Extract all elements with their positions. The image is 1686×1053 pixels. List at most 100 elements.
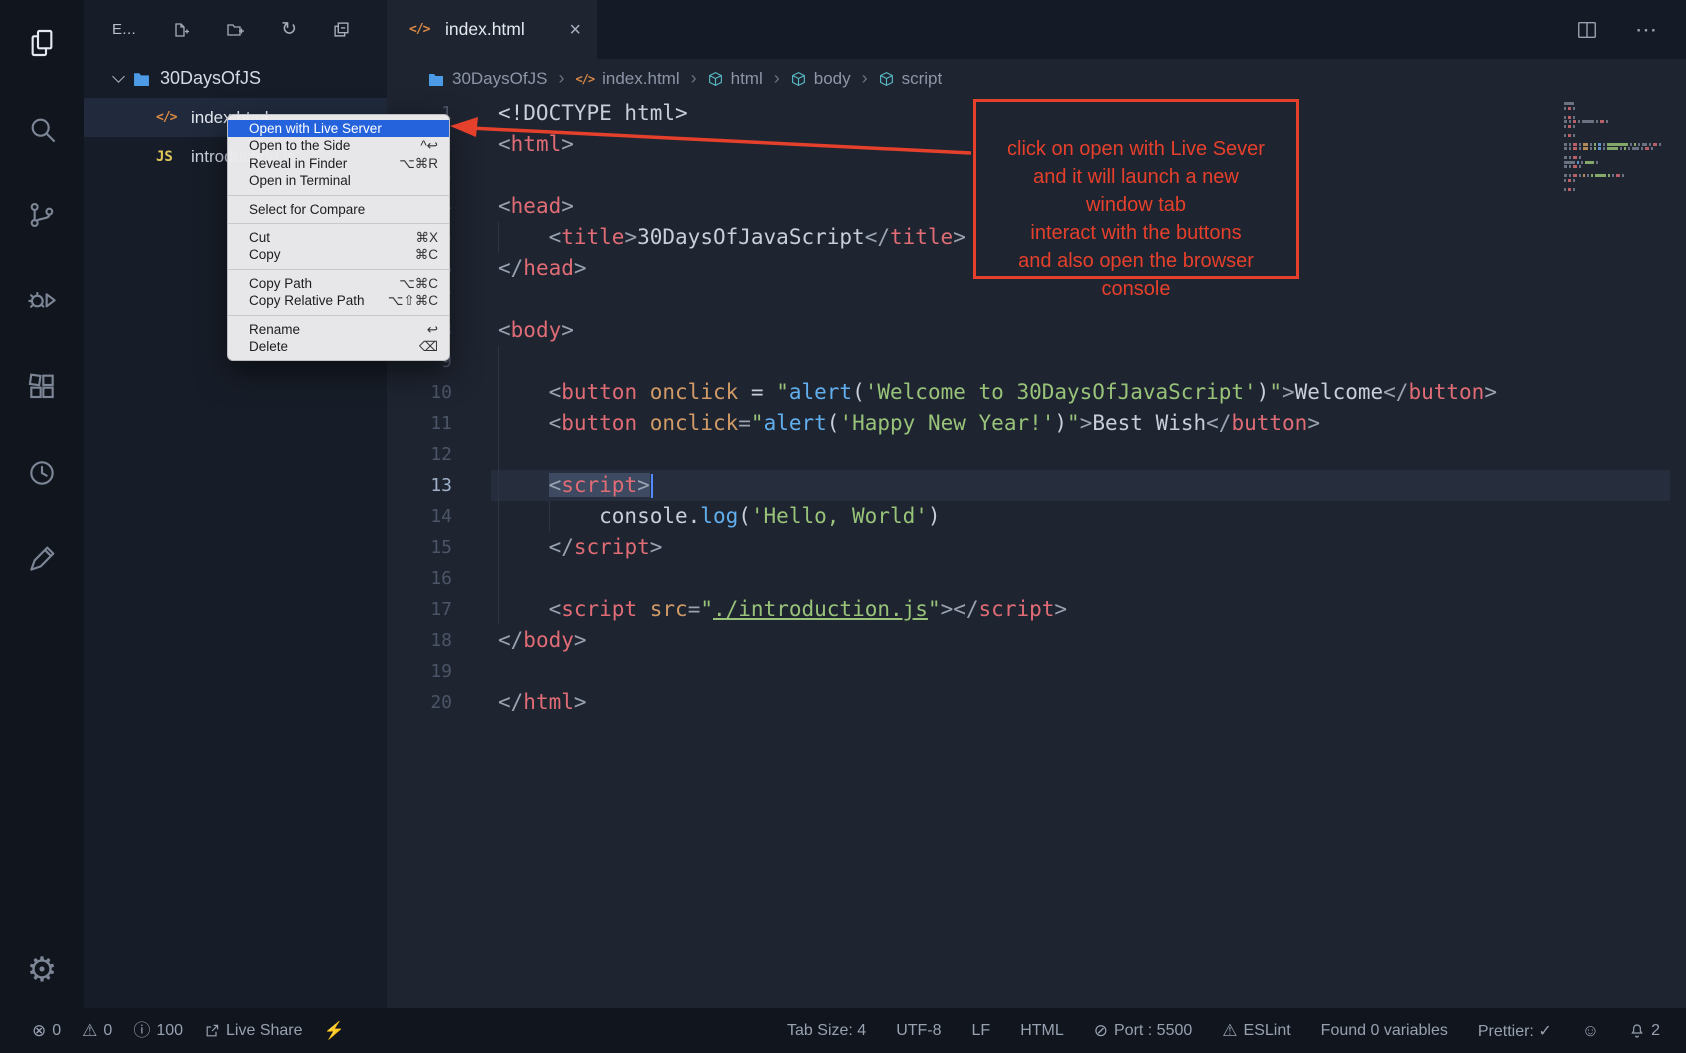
menu-item-label: Open to the Side <box>249 137 350 154</box>
code-line-11[interactable]: 11 <button onclick="alert('Happy New Yea… <box>387 408 1686 439</box>
extensions-icon[interactable] <box>0 344 84 430</box>
menu-item-label: Rename <box>249 321 300 338</box>
menu-item-label: Reveal in Finder <box>249 155 347 172</box>
error-icon: ⊗ <box>32 1022 46 1039</box>
close-icon[interactable]: × <box>569 20 581 40</box>
status-label: 0 <box>103 1022 112 1040</box>
status-tab-size[interactable]: Tab Size: 4 <box>787 1022 866 1040</box>
text-cursor <box>651 474 653 498</box>
status-bar: ⊗0⚠0ⓘ100Live Share⚡ Tab Size: 4UTF-8LFHT… <box>0 1008 1686 1053</box>
activity-bar: ⚙ <box>0 0 84 1008</box>
bell-icon <box>1629 1023 1645 1039</box>
status-variables[interactable]: Found 0 variables <box>1321 1022 1448 1040</box>
breadcrumb-separator-icon: › <box>691 68 697 89</box>
warning-icon: ⚠ <box>82 1022 97 1039</box>
menu-item-reveal-in-finder[interactable]: Reveal in Finder⌥⌘R <box>228 155 449 172</box>
collapse-folders-icon[interactable] <box>333 21 350 38</box>
code-text: </html> <box>498 687 587 718</box>
source-control-icon[interactable] <box>0 172 84 258</box>
minimap-line <box>1564 188 1660 191</box>
menu-item-cut[interactable]: Cut⌘X <box>228 229 449 246</box>
menu-shortcut: ⌘C <box>415 246 438 263</box>
status-notifications[interactable]: 2 <box>1629 1022 1660 1040</box>
port-icon: ⊘ <box>1094 1022 1108 1039</box>
code-text: <button onclick = "alert('Welcome to 30D… <box>498 377 1497 408</box>
status-eol[interactable]: LF <box>972 1022 991 1040</box>
code-line-18[interactable]: 18</body> <box>387 625 1686 656</box>
folder-row-30daysofjs[interactable]: 30DaysOfJS <box>84 59 387 98</box>
breadcrumb-body[interactable]: body <box>791 69 851 89</box>
code-text: console.log('Hello, World') <box>498 501 941 532</box>
menu-item-rename[interactable]: Rename↩ <box>228 321 449 338</box>
status-feedback[interactable]: ☺ <box>1582 1022 1599 1039</box>
status-label: 2 <box>1651 1022 1660 1040</box>
status-warnings[interactable]: ⚠0 <box>82 1022 112 1040</box>
code-text: <!DOCTYPE html> <box>498 98 688 129</box>
code-line-12[interactable]: 12 <box>387 439 1686 470</box>
menu-shortcut: ^↩ <box>420 137 438 154</box>
context-menu: Open with Live ServerOpen to the Side^↩R… <box>227 114 450 361</box>
status-encoding[interactable]: UTF-8 <box>896 1022 941 1040</box>
menu-item-copy-path[interactable]: Copy Path⌥⌘C <box>228 275 449 292</box>
menu-item-open-in-terminal[interactable]: Open in Terminal <box>228 172 449 189</box>
code-line-20[interactable]: 20</html> <box>387 687 1686 718</box>
minimap-line <box>1564 152 1660 155</box>
indent-guide <box>498 439 499 470</box>
status-prettier[interactable]: Prettier: ✓ <box>1478 1021 1552 1041</box>
menu-item-copy[interactable]: Copy⌘C <box>228 246 449 263</box>
breadcrumb-html[interactable]: html <box>708 69 763 89</box>
code-icon: </> <box>575 72 594 86</box>
code-line-9[interactable]: 9 <box>387 346 1686 377</box>
run-debug-icon[interactable] <box>0 258 84 344</box>
minimap-line <box>1564 143 1660 146</box>
new-folder-icon[interactable] <box>226 22 245 38</box>
refresh-icon[interactable]: ↻ <box>281 20 297 39</box>
status-info[interactable]: ⓘ100 <box>133 1022 183 1040</box>
menu-item-copy-relative-path[interactable]: Copy Relative Path⌥⇧⌘C <box>228 292 449 309</box>
split-editor-icon[interactable] <box>1575 19 1599 41</box>
search-icon[interactable] <box>0 86 84 172</box>
breadcrumb-index-html[interactable]: </>index.html <box>575 69 679 89</box>
minimap-line <box>1564 107 1660 110</box>
menu-item-select-for-compare[interactable]: Select for Compare <box>228 201 449 218</box>
explorer-icon[interactable] <box>0 0 84 86</box>
status-live-share[interactable]: Live Share <box>204 1022 303 1040</box>
code-line-15[interactable]: 15 </script> <box>387 532 1686 563</box>
code-line-14[interactable]: 14 console.log('Hello, World') <box>387 501 1686 532</box>
menu-item-open-to-the-side[interactable]: Open to the Side ^↩ <box>228 137 449 154</box>
status-bolt[interactable]: ⚡ <box>324 1022 345 1039</box>
menu-item-delete[interactable]: Delete⌫ <box>228 338 449 355</box>
code-line-7[interactable]: 7 <box>387 284 1686 315</box>
html-file-icon: </> <box>409 22 435 37</box>
code-line-8[interactable]: 8<body> <box>387 315 1686 346</box>
status-language-mode[interactable]: HTML <box>1020 1022 1064 1040</box>
status-eslint[interactable]: ⚠ESLint <box>1222 1022 1290 1040</box>
breadcrumb-script[interactable]: script <box>879 69 943 89</box>
history-clock-icon[interactable] <box>0 430 84 516</box>
code-line-13[interactable]: 13 <script> <box>387 470 1686 501</box>
new-file-icon[interactable] <box>172 21 190 39</box>
breadcrumb-separator-icon: › <box>862 68 868 89</box>
minimap-line <box>1564 134 1660 137</box>
minimap-line <box>1564 170 1660 173</box>
code-line-16[interactable]: 16 <box>387 563 1686 594</box>
minimap[interactable] <box>1564 102 1660 192</box>
status-port[interactable]: ⊘Port : 5500 <box>1094 1022 1193 1040</box>
menu-separator <box>228 223 449 224</box>
code-line-17[interactable]: 17 <script src="./introduction.js"></scr… <box>387 594 1686 625</box>
status-label: 0 <box>52 1022 61 1040</box>
tab-index-html[interactable]: </> index.html × <box>387 0 597 59</box>
info-icon: ⓘ <box>133 1022 150 1039</box>
status-errors[interactable]: ⊗0 <box>32 1022 61 1040</box>
code-line-10[interactable]: 10 <button onclick = "alert('Welcome to … <box>387 377 1686 408</box>
more-actions-icon[interactable]: ⋯ <box>1635 19 1658 41</box>
explorer-title: E... <box>112 21 136 38</box>
menu-item-open-with-live-server[interactable]: Open with Live Server <box>228 120 449 137</box>
breadcrumb-30daysofjs[interactable]: 30DaysOfJS <box>428 69 547 89</box>
menu-item-label: Open in Terminal <box>249 172 351 189</box>
code-line-19[interactable]: 19 <box>387 656 1686 687</box>
pen-icon[interactable] <box>0 516 84 602</box>
settings-gear-icon[interactable]: ⚙ <box>0 953 84 987</box>
code-text: <button onclick="alert('Happy New Year!'… <box>498 408 1320 439</box>
line-number: 16 <box>387 563 452 594</box>
